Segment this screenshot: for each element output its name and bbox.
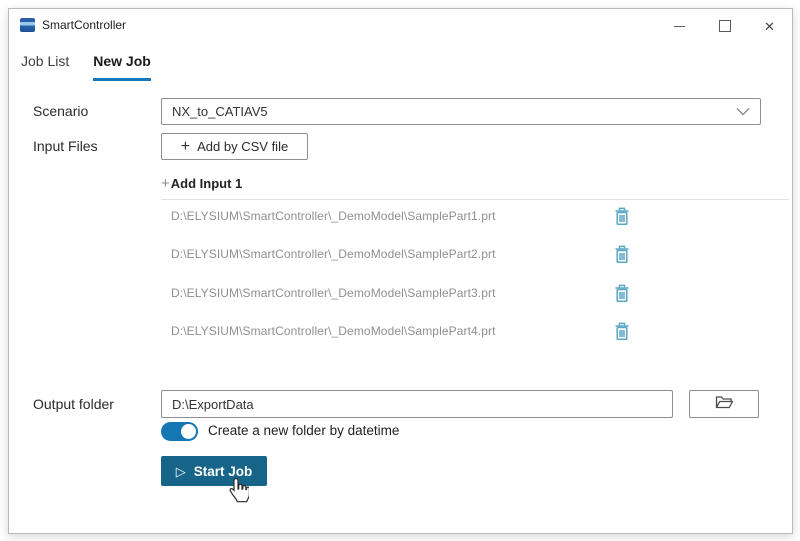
open-folder-icon — [715, 395, 734, 413]
scenario-label: Scenario — [33, 103, 89, 119]
minimize-icon — [674, 25, 685, 27]
file-row: D:\ELYSIUM\SmartController\_DemoModel\Sa… — [161, 283, 631, 303]
scenario-value: NX_to_CATIAV5 — [172, 104, 268, 119]
file-path: D:\ELYSIUM\SmartController\_DemoModel\Sa… — [171, 286, 496, 300]
datetime-folder-toggle[interactable] — [161, 422, 198, 441]
trash-icon[interactable] — [613, 321, 631, 341]
app-window: SmartController ✕ Job List New Job Scena… — [8, 8, 793, 534]
output-folder-label: Output folder — [33, 396, 114, 412]
maximize-button[interactable] — [702, 9, 747, 43]
maximize-icon — [718, 20, 731, 32]
section-divider — [161, 199, 789, 200]
minimize-button[interactable] — [657, 9, 702, 43]
output-folder-input[interactable] — [161, 390, 673, 418]
title-bar[interactable]: SmartController ✕ — [9, 9, 792, 43]
add-by-csv-label: Add by CSV file — [197, 139, 289, 154]
browse-folder-button[interactable] — [689, 390, 759, 418]
app-logo-icon — [20, 18, 35, 32]
file-row: D:\ELYSIUM\SmartController\_DemoModel\Sa… — [161, 321, 631, 341]
chevron-down-icon — [736, 107, 750, 116]
toggle-knob — [181, 424, 196, 439]
file-path: D:\ELYSIUM\SmartController\_DemoModel\Sa… — [171, 324, 496, 338]
add-input-button[interactable]: + Add Input 1 — [161, 176, 242, 191]
plus-icon: + — [180, 137, 191, 155]
close-button[interactable]: ✕ — [747, 9, 792, 43]
add-input-label: Add Input 1 — [170, 176, 243, 191]
tab-new-job[interactable]: New Job — [93, 53, 151, 81]
scenario-dropdown[interactable]: NX_to_CATIAV5 — [161, 98, 761, 125]
file-path: D:\ELYSIUM\SmartController\_DemoModel\Sa… — [171, 247, 496, 261]
add-by-csv-button[interactable]: + Add by CSV file — [161, 133, 308, 160]
close-icon: ✕ — [764, 18, 775, 34]
tab-job-list[interactable]: Job List — [21, 53, 69, 81]
file-row: D:\ELYSIUM\SmartController\_DemoModel\Sa… — [161, 244, 631, 264]
file-path: D:\ELYSIUM\SmartController\_DemoModel\Sa… — [171, 209, 496, 223]
trash-icon[interactable] — [613, 206, 631, 226]
plus-icon: + — [161, 175, 170, 192]
datetime-folder-toggle-label: Create a new folder by datetime — [208, 423, 400, 438]
mouse-cursor-icon — [229, 477, 249, 503]
start-job-button[interactable]: ▷ Start Job — [161, 456, 267, 486]
input-files-label: Input Files — [33, 138, 98, 154]
file-row: D:\ELYSIUM\SmartController\_DemoModel\Sa… — [161, 206, 631, 226]
play-icon: ▷ — [175, 463, 186, 479]
trash-icon[interactable] — [613, 283, 631, 303]
trash-icon[interactable] — [613, 244, 631, 264]
window-title: SmartController — [42, 18, 127, 32]
tab-bar: Job List New Job — [21, 53, 151, 81]
